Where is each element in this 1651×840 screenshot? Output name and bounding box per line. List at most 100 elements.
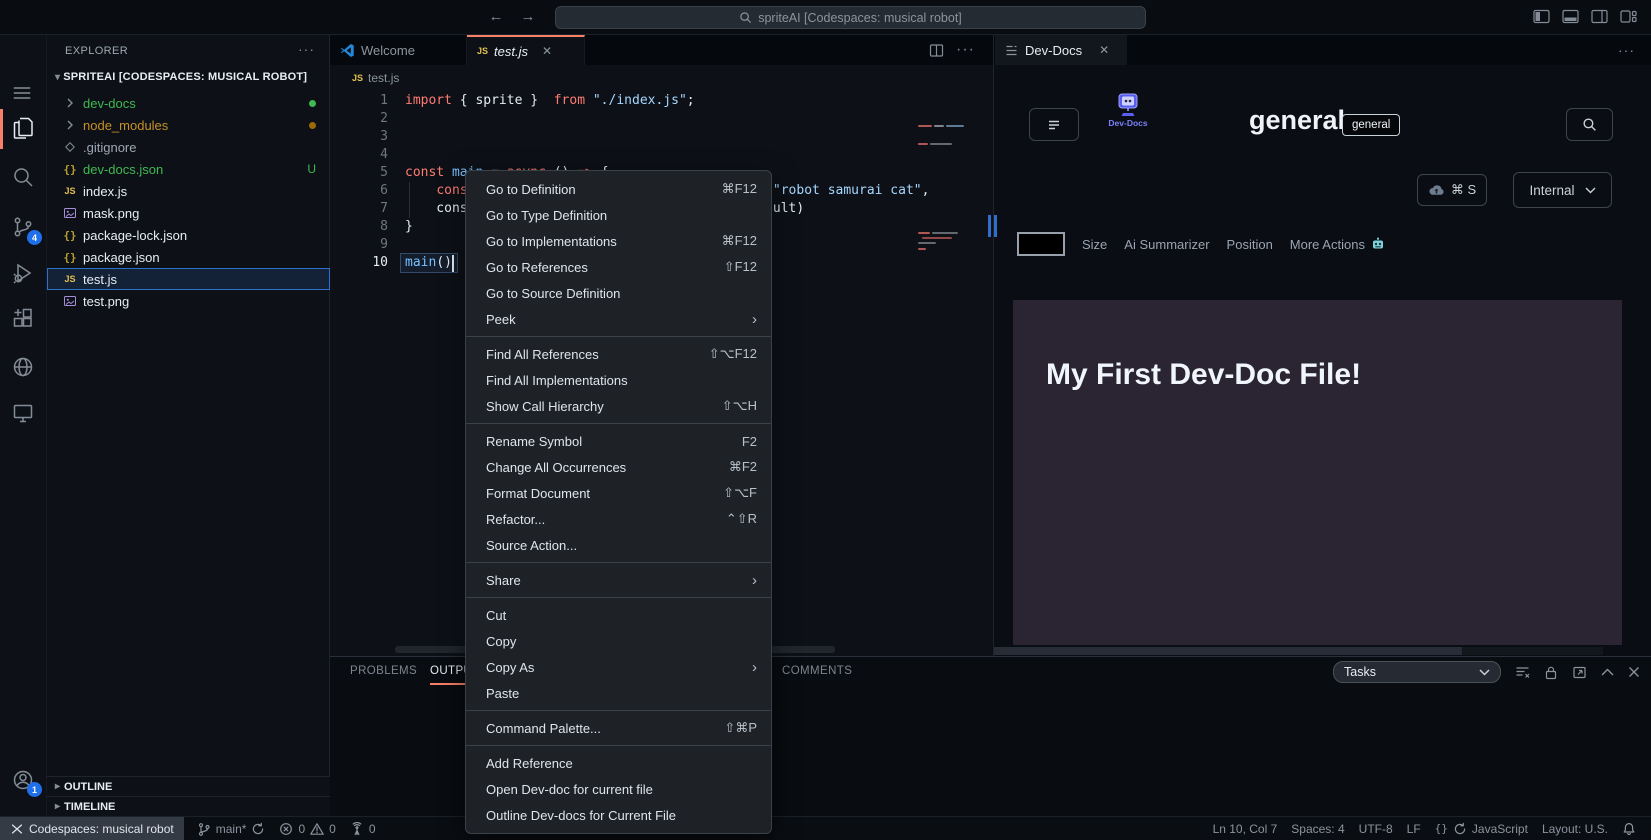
remote-indicator[interactable]: Codespaces: musical robot: [0, 817, 184, 840]
file-row-.gitignore[interactable]: .gitignore: [47, 136, 330, 158]
panel-tab-problems[interactable]: PROBLEMS: [350, 657, 417, 685]
menu-item-change-all-occurrences[interactable]: Change All Occurrences⌘F2: [466, 454, 771, 480]
breadcrumb[interactable]: JS test.js: [352, 68, 399, 88]
menu-item-format-document[interactable]: Format Document⇧⌥F: [466, 480, 771, 506]
problems-status[interactable]: 00: [272, 817, 342, 840]
menu-item-go-to-implementations[interactable]: Go to Implementations⌘F12: [466, 228, 771, 254]
file-row-dev-docs[interactable]: dev-docs: [47, 92, 330, 114]
menu-item-shortcut: ⌘F12: [722, 233, 757, 249]
devdocs-menu-button[interactable]: [1029, 108, 1079, 141]
editor-gutter: 12345678910: [330, 92, 388, 272]
open-in-editor-icon[interactable]: [1572, 665, 1587, 680]
menu-item-source-action[interactable]: Source Action...: [466, 532, 771, 558]
minimap[interactable]: [916, 90, 982, 260]
braces-file-icon: {}: [62, 249, 78, 265]
close-panel-icon[interactable]: [1628, 666, 1640, 678]
devdocs-search-button[interactable]: [1566, 108, 1613, 141]
menu-item-find-all-references[interactable]: Find All References⇧⌥F12: [466, 341, 771, 367]
visibility-dropdown[interactable]: Internal: [1513, 172, 1612, 208]
explorer-more-actions-icon[interactable]: ···: [298, 41, 315, 57]
command-center-search[interactable]: spriteAI [Codespaces: musical robot]: [555, 6, 1146, 29]
menu-item-copy[interactable]: Copy: [466, 628, 771, 654]
language-mode[interactable]: {}JavaScript: [1428, 817, 1535, 840]
menu-item-peek[interactable]: Peek›: [466, 306, 771, 332]
timeline-label: TIMELINE: [64, 801, 115, 813]
menu-item-command-palette[interactable]: Command Palette...⇧⌘P: [466, 715, 771, 741]
eol[interactable]: LF: [1400, 817, 1428, 840]
menu-item-open-dev-doc-for-current-file[interactable]: Open Dev-doc for current file: [466, 776, 771, 802]
close-tab-icon[interactable]: ✕: [1099, 43, 1109, 57]
toggle-secondary-sidebar-icon[interactable]: [1591, 9, 1608, 24]
timeline-section[interactable]: ▸ TIMELINE: [47, 796, 330, 816]
close-tab-icon[interactable]: ✕: [542, 44, 552, 58]
doc-category-badge: general: [1342, 114, 1400, 136]
workspace-section-header[interactable]: ▾ SPRITEAI [CODESPACES: MUSICAL ROBOT]: [55, 71, 307, 83]
branch-status[interactable]: main*: [190, 817, 273, 840]
menu-item-go-to-source-definition[interactable]: Go to Source Definition: [466, 280, 771, 306]
toolbar-ai-summarizer[interactable]: Ai Summarizer: [1124, 237, 1209, 252]
explorer-icon[interactable]: [11, 116, 36, 141]
lock-scrolling-icon[interactable]: [1544, 665, 1558, 680]
file-row-dev-docs.json[interactable]: {}dev-docs.jsonU: [47, 158, 330, 180]
tab-test-js[interactable]: JS test.js ✕: [467, 35, 585, 65]
split-editor-icon[interactable]: [929, 43, 944, 58]
doc-content[interactable]: My First Dev-Doc File!: [1013, 300, 1622, 645]
customize-layout-icon[interactable]: [1620, 9, 1637, 24]
menu-item-cut[interactable]: Cut: [466, 602, 771, 628]
menu-item-paste[interactable]: Paste: [466, 680, 771, 706]
menu-item-label: Go to Type Definition: [486, 208, 757, 223]
menu-item-find-all-implementations[interactable]: Find All Implementations: [466, 367, 771, 393]
file-row-test.png[interactable]: test.png: [47, 290, 330, 312]
toggle-panel-icon[interactable]: [1562, 9, 1579, 24]
source-control-icon[interactable]: 4: [11, 215, 36, 240]
menu-item-rename-symbol[interactable]: Rename SymbolF2: [466, 428, 771, 454]
clear-output-icon[interactable]: [1515, 665, 1530, 680]
line-number: 10: [330, 254, 388, 272]
menu-item-go-to-definition[interactable]: Go to Definition⌘F12: [466, 176, 771, 202]
maximize-panel-icon[interactable]: [1601, 668, 1614, 676]
indentation[interactable]: Spaces: 4: [1284, 817, 1351, 840]
menu-item-refactor[interactable]: Refactor...⌃⇧R: [466, 506, 771, 532]
output-channel-dropdown[interactable]: Tasks: [1333, 661, 1501, 683]
notifications[interactable]: [1615, 817, 1643, 840]
file-row-index.js[interactable]: JSindex.js: [47, 180, 330, 202]
toggle-sidebar-icon[interactable]: [1533, 9, 1550, 24]
toolbar-more-actions[interactable]: More Actions: [1290, 237, 1385, 252]
menu-item-go-to-type-definition[interactable]: Go to Type Definition: [466, 202, 771, 228]
menu-item-show-call-hierarchy[interactable]: Show Call Hierarchy⇧⌥H: [466, 393, 771, 419]
keyboard-layout[interactable]: Layout: U.S.: [1535, 817, 1615, 840]
menu-item-go-to-references[interactable]: Go to References⇧F12: [466, 254, 771, 280]
color-swatch[interactable]: [1017, 232, 1065, 256]
webview-horizontal-scrollbar[interactable]: [994, 647, 1603, 655]
search-view-icon[interactable]: [11, 165, 36, 190]
menu-item-outline-dev-docs-for-current-file[interactable]: Outline Dev-docs for Current File: [466, 802, 771, 828]
menu-icon[interactable]: [11, 82, 36, 107]
forward-arrow-icon[interactable]: →: [518, 8, 538, 25]
group-more-actions-icon[interactable]: ···: [1618, 42, 1635, 58]
file-row-package.json[interactable]: {}package.json: [47, 246, 330, 268]
toolbar-size[interactable]: Size: [1082, 237, 1107, 252]
toolbar-position[interactable]: Position: [1227, 237, 1273, 252]
file-row-package-lock.json[interactable]: {}package-lock.json: [47, 224, 330, 246]
globe-icon[interactable]: [11, 355, 36, 380]
back-arrow-icon[interactable]: ←: [486, 8, 506, 25]
menu-item-copy-as[interactable]: Copy As›: [466, 654, 771, 680]
menu-item-share[interactable]: Share›: [466, 567, 771, 593]
outline-section[interactable]: ▸ OUTLINE: [47, 776, 330, 796]
save-button[interactable]: ⌘ S: [1417, 174, 1487, 206]
ports-status[interactable]: 0: [343, 817, 383, 840]
tab-welcome[interactable]: Welcome: [330, 35, 467, 65]
cursor-position[interactable]: Ln 10, Col 7: [1206, 817, 1285, 840]
account-icon[interactable]: 1: [11, 768, 36, 793]
tab-dev-docs[interactable]: Dev-Docs ✕: [995, 35, 1127, 65]
more-actions-icon[interactable]: ···: [956, 41, 975, 59]
file-row-mask.png[interactable]: mask.png: [47, 202, 330, 224]
remote-explorer-icon[interactable]: [11, 401, 36, 426]
file-row-node_modules[interactable]: node_modules: [47, 114, 330, 136]
menu-item-add-reference[interactable]: Add Reference: [466, 750, 771, 776]
file-row-test.js[interactable]: JStest.js: [47, 268, 330, 290]
panel-tab-comments[interactable]: COMMENTS: [782, 657, 852, 685]
encoding[interactable]: UTF-8: [1352, 817, 1400, 840]
extensions-icon[interactable]: [11, 306, 36, 331]
run-debug-icon[interactable]: [11, 261, 36, 286]
